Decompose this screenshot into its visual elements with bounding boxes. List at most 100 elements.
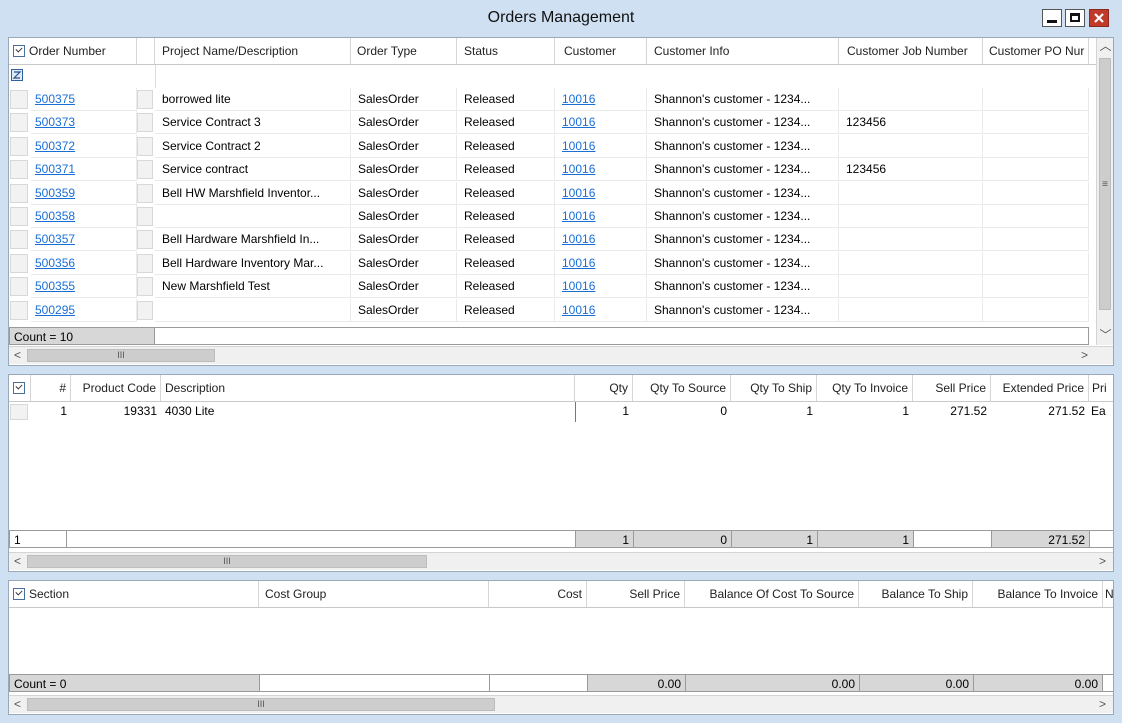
table-row[interactable]: 1 19331 4030 Lite 1 0 1 1 271.52 271.52 … [9, 402, 1113, 422]
scroll-right-icon[interactable]: > [1076, 347, 1093, 364]
row-expand-handle[interactable] [137, 90, 153, 109]
order-number-link[interactable]: 500372 [35, 139, 75, 153]
customer-link[interactable]: 10016 [562, 303, 595, 317]
column-chooser-checkbox[interactable] [13, 45, 25, 57]
customer-cell[interactable]: 10016 [555, 134, 647, 158]
row-expand-handle[interactable] [137, 230, 153, 250]
order-number-cell[interactable]: 500371 [31, 158, 137, 182]
customer-link[interactable]: 10016 [562, 139, 595, 153]
customer-link[interactable]: 10016 [562, 115, 595, 129]
row-selector[interactable] [10, 404, 28, 420]
customer-link[interactable]: 10016 [562, 162, 595, 176]
table-row[interactable]: 500358 SalesOrder Released 10016 Shannon's c… [9, 205, 1113, 228]
customer-link[interactable]: 10016 [562, 92, 595, 106]
row-selector[interactable] [10, 113, 28, 133]
order-number-link[interactable]: 500358 [35, 209, 75, 223]
table-row[interactable]: 500357 Bell Hardware Marshfield In... Sale… [9, 228, 1113, 252]
row-selector[interactable] [10, 90, 28, 109]
customer-link[interactable]: 10016 [562, 209, 595, 223]
sections-horizontal-scrollbar[interactable]: < III > [9, 695, 1113, 713]
col-extended-price[interactable]: Extended Price [991, 375, 1089, 401]
customer-cell[interactable]: 10016 [555, 228, 647, 252]
row-expand-handle[interactable] [137, 277, 153, 297]
scroll-up-icon[interactable]: ︿ [1097, 38, 1113, 55]
col-customer[interactable]: Customer [555, 38, 647, 64]
close-button[interactable] [1089, 9, 1109, 27]
col-order-number[interactable]: Order Number [9, 38, 137, 64]
row-selector[interactable] [10, 160, 28, 180]
row-expand-handle[interactable] [137, 136, 153, 156]
col-sell-price[interactable]: Sell Price [913, 375, 991, 401]
orders-horizontal-scrollbar[interactable]: < III > [9, 346, 1113, 364]
row-expand-handle[interactable] [137, 253, 153, 273]
row-selector[interactable] [10, 207, 28, 226]
scroll-down-icon[interactable]: ﹀ [1097, 327, 1113, 344]
table-row[interactable]: 500375 borrowed lite SalesOrder Released 100… [9, 88, 1113, 111]
table-row[interactable]: 500372 Service Contract 2 SalesOrder Releas… [9, 134, 1113, 158]
scroll-left-icon[interactable]: < [9, 347, 26, 364]
table-row[interactable]: 500371 Service contract SalesOrder Released… [9, 158, 1113, 182]
scroll-left-icon[interactable]: < [9, 553, 26, 570]
col-order-type[interactable]: Order Type [351, 38, 457, 64]
order-number-link[interactable]: 500373 [35, 115, 75, 129]
order-number-cell[interactable]: 500355 [31, 275, 137, 299]
row-selector[interactable] [10, 277, 28, 297]
row-expand-handle[interactable] [137, 183, 153, 203]
row-expand-handle[interactable] [137, 207, 153, 226]
col-qty-to-ship[interactable]: Qty To Ship [731, 375, 817, 401]
maximize-button[interactable] [1065, 9, 1085, 27]
row-expand-handle[interactable] [137, 300, 153, 320]
customer-link[interactable]: 10016 [562, 256, 595, 270]
scroll-left-icon[interactable]: < [9, 696, 26, 713]
col-section-more[interactable]: N [1103, 581, 1113, 607]
lines-horizontal-scrollbar[interactable]: < III > [9, 552, 1113, 570]
customer-cell[interactable]: 10016 [555, 205, 647, 228]
row-expand-handle[interactable] [137, 160, 153, 180]
col-customer-po[interactable]: Customer PO Nur [983, 38, 1089, 64]
row-selector[interactable] [10, 300, 28, 320]
row-selector[interactable] [10, 136, 28, 156]
order-number-cell[interactable]: 500356 [31, 251, 137, 275]
minimize-button[interactable] [1042, 9, 1062, 27]
col-description[interactable]: Description [161, 375, 575, 401]
order-number-cell[interactable]: 500375 [31, 88, 137, 111]
order-number-cell[interactable]: 500373 [31, 111, 137, 135]
customer-link[interactable]: 10016 [562, 279, 595, 293]
order-number-cell[interactable]: 500358 [31, 205, 137, 228]
col-cost-group[interactable]: Cost Group [259, 581, 489, 607]
customer-cell[interactable]: 10016 [555, 158, 647, 182]
table-row[interactable]: 500356 Bell Hardware Inventory Mar... Sale… [9, 251, 1113, 275]
col-qty-to-invoice[interactable]: Qty To Invoice [817, 375, 913, 401]
col-balance-to-invoice[interactable]: Balance To Invoice [973, 581, 1103, 607]
col-section-sell-price[interactable]: Sell Price [587, 581, 685, 607]
row-selector[interactable] [10, 230, 28, 250]
order-number-link[interactable]: 500357 [35, 232, 75, 246]
order-number-cell[interactable]: 500357 [31, 228, 137, 252]
customer-cell[interactable]: 10016 [555, 275, 647, 299]
col-line-number[interactable]: # [31, 375, 71, 401]
column-chooser-checkbox[interactable] [13, 382, 25, 394]
col-customer-info[interactable]: Customer Info [647, 38, 839, 64]
col-project[interactable]: Project Name/Description [155, 38, 351, 64]
order-number-link[interactable]: 500295 [35, 303, 75, 317]
customer-link[interactable]: 10016 [562, 232, 595, 246]
order-number-link[interactable]: 500375 [35, 92, 75, 106]
col-qty-to-source[interactable]: Qty To Source [633, 375, 731, 401]
col-balance-to-ship[interactable]: Balance To Ship [859, 581, 973, 607]
col-chooser[interactable] [9, 375, 31, 401]
grip-icon[interactable]: III [27, 349, 215, 362]
row-selector[interactable] [10, 183, 28, 203]
order-number-link[interactable]: 500356 [35, 256, 75, 270]
customer-cell[interactable]: 10016 [555, 88, 647, 111]
customer-cell[interactable]: 10016 [555, 181, 647, 205]
column-chooser-checkbox[interactable] [13, 588, 25, 600]
scroll-right-icon[interactable]: > [1094, 696, 1111, 713]
order-number-cell[interactable]: 500372 [31, 134, 137, 158]
customer-cell[interactable]: 10016 [555, 111, 647, 135]
table-row[interactable]: 500359 Bell HW Marshfield Inventor... Sale… [9, 181, 1113, 205]
scroll-right-icon[interactable]: > [1094, 553, 1111, 570]
table-row[interactable]: 500295 SalesOrder Released 10016 Shannon's c… [9, 298, 1113, 322]
col-qty[interactable]: Qty [575, 375, 633, 401]
grip-icon[interactable]: ≡ [1099, 58, 1111, 310]
col-section[interactable]: Section [9, 581, 259, 607]
